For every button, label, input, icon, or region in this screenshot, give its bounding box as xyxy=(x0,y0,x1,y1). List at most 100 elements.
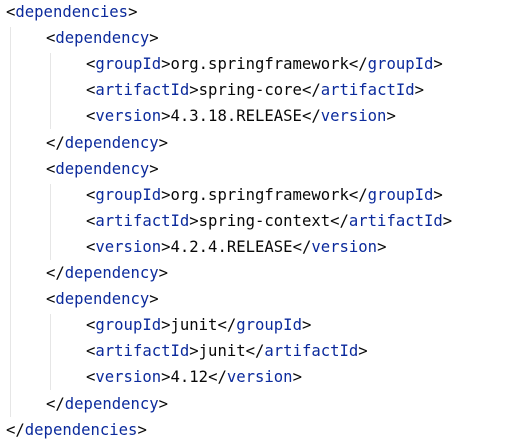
open-bracket: </ xyxy=(46,394,65,413)
tag-name: artifactId xyxy=(95,211,190,230)
tag-name: version xyxy=(95,368,162,387)
code-line: </dependency> xyxy=(46,391,168,417)
open-bracket: </ xyxy=(348,55,368,74)
element-value: org.springframework xyxy=(170,185,349,204)
open-bracket: </ xyxy=(46,133,65,152)
tag-name: groupId xyxy=(95,185,162,204)
open-bracket: < xyxy=(86,368,96,387)
open-bracket: < xyxy=(86,237,96,256)
element-value: spring-core xyxy=(198,81,302,100)
open-bracket: < xyxy=(86,55,96,74)
close-bracket: > xyxy=(433,55,443,74)
tag-name: artifactId xyxy=(95,342,190,361)
close-bracket: > xyxy=(158,133,169,152)
open-bracket: </ xyxy=(348,185,368,204)
close-bracket: > xyxy=(161,316,171,335)
open-bracket: </ xyxy=(217,316,237,335)
close-bracket: > xyxy=(189,342,199,361)
tag-name: version xyxy=(95,107,162,126)
tag-name: groupId xyxy=(367,55,434,74)
tag-name: artifactId xyxy=(95,81,190,100)
close-bracket: > xyxy=(386,107,396,126)
code-line: <artifactId>junit</artifactId> xyxy=(86,338,368,364)
tag-name: dependency xyxy=(55,159,150,178)
tag-name: artifactId xyxy=(264,342,359,361)
open-bracket: </ xyxy=(6,420,25,439)
element-value: 4.12 xyxy=(170,368,209,387)
tag-name: dependencies xyxy=(15,3,129,21)
open-bracket: < xyxy=(46,29,56,48)
indent-guide-line xyxy=(50,183,51,260)
tag-name: artifactId xyxy=(320,81,415,100)
close-bracket: > xyxy=(158,394,169,413)
code-line: <artifactId>spring-core</artifactId> xyxy=(86,77,424,103)
element-value: junit xyxy=(198,342,246,361)
close-bracket: > xyxy=(161,107,171,126)
code-line: <version>4.12</version> xyxy=(86,364,302,390)
tag-name: version xyxy=(95,237,162,256)
open-bracket: </ xyxy=(46,264,65,282)
code-line: </dependency> xyxy=(46,260,168,286)
close-bracket: > xyxy=(161,368,171,387)
code-editor[interactable]: <dependencies> <dependency> <groupId>org.s… xyxy=(0,0,523,448)
close-bracket: > xyxy=(414,81,425,100)
element-value: spring-context xyxy=(198,211,331,230)
code-line: <dependency> xyxy=(46,286,159,312)
open-bracket: </ xyxy=(208,368,227,387)
tag-name: version xyxy=(320,107,387,126)
close-bracket: > xyxy=(301,316,312,335)
close-bracket: > xyxy=(161,237,171,256)
code-line: <artifactId>spring-context</artifactId> xyxy=(86,208,452,234)
close-bracket: > xyxy=(358,342,368,361)
open-bracket: < xyxy=(86,211,96,230)
open-bracket: < xyxy=(46,290,56,309)
tag-name: dependency xyxy=(64,133,159,152)
open-bracket: </ xyxy=(301,107,321,126)
code-line: <groupId>org.springframework</groupId> xyxy=(86,182,443,208)
tag-name: groupId xyxy=(367,185,434,204)
code-line: <dependency> xyxy=(46,156,159,182)
code-line: <groupId>org.springframework</groupId> xyxy=(86,51,443,77)
tag-name: version xyxy=(311,237,378,256)
tag-name: dependency xyxy=(64,264,159,282)
code-line: <dependencies> xyxy=(6,0,137,25)
open-bracket: < xyxy=(46,159,56,178)
close-bracket: > xyxy=(292,368,302,387)
close-bracket: > xyxy=(433,185,443,204)
element-value: org.springframework xyxy=(170,55,349,74)
open-bracket: < xyxy=(86,81,96,100)
tag-name: groupId xyxy=(236,316,302,335)
code-line: <groupId>junit</groupId> xyxy=(86,312,311,338)
close-bracket: > xyxy=(149,159,159,178)
element-value: 4.2.4.RELEASE xyxy=(170,237,293,256)
close-bracket: > xyxy=(377,237,387,256)
code-line: <dependency> xyxy=(46,25,159,51)
code-line: <version>4.2.4.RELEASE</version> xyxy=(86,234,386,260)
open-bracket: < xyxy=(6,3,16,21)
tag-name: dependency xyxy=(55,290,150,309)
open-bracket: < xyxy=(86,107,96,126)
indent-guide-line xyxy=(10,27,11,417)
open-bracket: </ xyxy=(292,237,312,256)
tag-name: groupId xyxy=(95,316,162,335)
tag-name: dependency xyxy=(64,394,159,413)
close-bracket: > xyxy=(149,290,159,309)
open-bracket: </ xyxy=(301,81,321,100)
close-bracket: > xyxy=(161,55,171,74)
close-bracket: > xyxy=(442,211,453,230)
open-bracket: < xyxy=(86,342,96,361)
open-bracket: </ xyxy=(330,211,349,230)
open-bracket: </ xyxy=(245,342,265,361)
tag-name: dependency xyxy=(55,29,150,48)
close-bracket: > xyxy=(189,81,199,100)
element-value: 4.3.18.RELEASE xyxy=(170,107,302,126)
close-bracket: > xyxy=(149,29,159,48)
close-bracket: > xyxy=(161,185,171,204)
open-bracket: < xyxy=(86,185,96,204)
code-line: <version>4.3.18.RELEASE</version> xyxy=(86,103,396,129)
tag-name: version xyxy=(226,368,293,387)
code-line: </dependency> xyxy=(46,130,168,156)
close-bracket: > xyxy=(137,420,147,439)
close-bracket: > xyxy=(128,3,138,21)
indent-guide-line xyxy=(50,314,51,391)
